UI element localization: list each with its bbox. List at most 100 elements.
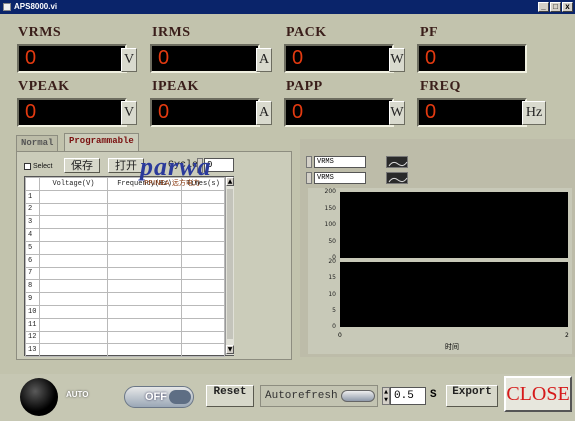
voltage-cell[interactable] <box>39 292 108 306</box>
x-tick-0: 0 <box>338 332 342 339</box>
frequency-cell[interactable] <box>107 240 182 255</box>
open-button[interactable]: 打开 <box>108 158 144 173</box>
tab-normal[interactable]: Normal <box>16 135 59 151</box>
scroll-up-icon[interactable]: ▲ <box>226 177 234 186</box>
voltage-cell[interactable] <box>39 240 108 255</box>
maximize-button[interactable]: □ <box>550 2 561 12</box>
title-bar: APS8000.vi _ □ x <box>0 0 575 14</box>
close-button[interactable]: CLOSE <box>504 376 572 412</box>
table-row[interactable]: 8 <box>25 279 225 294</box>
frequency-cell[interactable] <box>107 202 182 217</box>
channel1-wave-icon[interactable] <box>386 156 408 168</box>
voltage-cell[interactable] <box>39 253 108 268</box>
voltage-cell[interactable] <box>39 304 108 319</box>
on-off-switch[interactable]: OFF <box>124 386 194 408</box>
channel2-wave-icon[interactable] <box>386 172 408 184</box>
times-cell[interactable] <box>181 202 225 217</box>
frequency-cell[interactable] <box>107 292 182 306</box>
frequency-cell[interactable] <box>107 253 182 268</box>
tab-programmable[interactable]: Programmable <box>64 133 139 151</box>
irms-unit: A <box>256 48 272 72</box>
times-cell[interactable] <box>181 253 225 268</box>
table-scrollbar[interactable]: ▲ ▼ <box>225 177 234 355</box>
voltage-cell[interactable] <box>39 266 108 281</box>
autorefresh-toggle[interactable] <box>341 390 375 402</box>
frequency-cell[interactable] <box>107 189 182 204</box>
table-row[interactable]: 5 <box>25 240 225 255</box>
voltage-cell[interactable] <box>39 330 108 345</box>
times-cell[interactable] <box>181 292 225 306</box>
row-number: 7 <box>25 266 40 281</box>
y-tick-label: 150 <box>324 204 336 212</box>
frequency-cell[interactable] <box>107 228 182 242</box>
autorefresh-control[interactable]: Autorefresh <box>260 385 378 407</box>
voltage-cell[interactable] <box>39 279 108 294</box>
table-row[interactable]: 13 <box>25 343 225 358</box>
main-window: APS8000.vi _ □ x VRMS 0 V IRMS 0 A PACK … <box>0 0 575 421</box>
row-number: 8 <box>25 279 40 294</box>
table-row[interactable]: 2 <box>25 202 225 217</box>
frequency-cell[interactable] <box>107 215 182 230</box>
times-cell[interactable] <box>181 317 225 332</box>
table-row[interactable]: 3 <box>25 215 225 230</box>
times-cell[interactable] <box>181 330 225 345</box>
select-checkbox[interactable] <box>24 163 31 170</box>
export-button[interactable]: Export <box>446 385 498 407</box>
frequency-cell[interactable] <box>107 317 182 332</box>
frequency-cell[interactable] <box>107 279 182 294</box>
vpeak-label: VPEAK <box>18 79 70 94</box>
frequency-cell[interactable] <box>107 343 182 358</box>
logo-text: parwa <box>140 152 212 181</box>
table-row[interactable]: 11 <box>25 317 225 332</box>
times-cell[interactable] <box>181 189 225 204</box>
power-knob[interactable] <box>20 378 58 416</box>
voltage-cell[interactable] <box>39 189 108 204</box>
scroll-down-icon[interactable]: ▼ <box>226 345 234 354</box>
row-number: 9 <box>25 292 40 306</box>
upper-plot <box>340 192 568 258</box>
minimize-button[interactable]: _ <box>538 2 549 12</box>
times-cell[interactable] <box>181 228 225 242</box>
table-row[interactable]: 6 <box>25 253 225 268</box>
row-number: 10 <box>25 304 40 319</box>
voltage-cell[interactable] <box>39 343 108 358</box>
interval-input[interactable]: 0.5 <box>390 387 426 405</box>
scroll-thumb[interactable] <box>227 189 233 339</box>
times-cell[interactable] <box>181 266 225 281</box>
times-cell[interactable] <box>181 304 225 319</box>
channel1-spinner[interactable] <box>306 156 312 168</box>
voltage-cell[interactable] <box>39 202 108 217</box>
channel2-spinner[interactable] <box>306 172 312 184</box>
row-number: 1 <box>25 189 40 204</box>
channel2-select[interactable]: VRMS <box>314 172 366 184</box>
voltage-cell[interactable] <box>39 228 108 242</box>
table-row[interactable]: 10 <box>25 304 225 319</box>
close-window-button[interactable]: x <box>562 2 573 12</box>
reset-button[interactable]: Reset <box>206 385 254 407</box>
times-cell[interactable] <box>181 215 225 230</box>
table-row[interactable]: 7 <box>25 266 225 281</box>
save-button[interactable]: 保存 <box>64 158 100 173</box>
channel1-select[interactable]: VRMS <box>314 156 366 168</box>
program-table[interactable]: Voltage(V) Frequency(Hz) Times(s) 123456… <box>24 176 234 358</box>
table-row[interactable]: 9 <box>25 292 225 306</box>
interval-unit: S <box>430 389 437 401</box>
table-row[interactable]: 4 <box>25 228 225 242</box>
interval-spinner[interactable]: ▲ ▼ <box>382 387 390 405</box>
voltage-cell[interactable] <box>39 215 108 230</box>
frequency-cell[interactable] <box>107 304 182 319</box>
on-off-label: OFF <box>145 391 167 403</box>
ipeak-label: IPEAK <box>152 79 199 94</box>
times-cell[interactable] <box>181 240 225 255</box>
autorefresh-label: Autorefresh <box>265 390 338 402</box>
times-cell[interactable] <box>181 279 225 294</box>
table-row[interactable]: 1 <box>25 189 225 204</box>
frequency-cell[interactable] <box>107 266 182 281</box>
voltage-cell[interactable] <box>39 317 108 332</box>
table-row[interactable]: 12 <box>25 330 225 345</box>
y-tick-label: 50 <box>328 237 336 245</box>
frequency-cell[interactable] <box>107 330 182 345</box>
times-cell[interactable] <box>181 343 225 358</box>
row-number: 3 <box>25 215 40 230</box>
papp-display: 0 <box>284 98 394 127</box>
